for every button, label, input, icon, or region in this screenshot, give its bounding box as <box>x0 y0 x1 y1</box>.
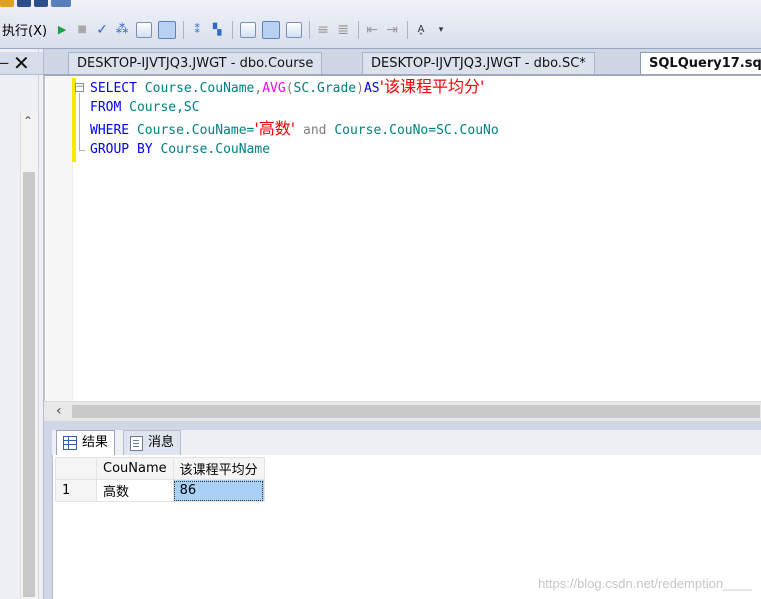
code-string: '该课程平均分' <box>379 77 485 96</box>
results-grid: CouName 该课程平均分 1 高数 86 <box>55 457 265 502</box>
parse-icon[interactable]: ⁂ <box>113 21 131 39</box>
decrease-indent-icon[interactable]: ⇤ <box>363 21 381 39</box>
uncomment-icon[interactable]: ≣ <box>334 21 352 39</box>
code-identifier: Course.CouName <box>144 81 255 96</box>
watermark: https://blog.csdn.net/redemption____ <box>538 576 752 591</box>
stop-icon[interactable]: ■ <box>73 21 91 39</box>
code-identifier: Course.CouNo=SC.CouNo <box>334 123 499 138</box>
code-keyword: WHERE <box>90 123 130 138</box>
save-all-icon[interactable] <box>34 0 48 7</box>
execute-button[interactable]: 执行(X) <box>2 20 47 39</box>
toolbar: 执行(X) ▶ ■ ✓ ⁂ ⁑ ▚ ≡ ≣ ⇤ ⇥ A͈ ▾ <box>0 0 761 49</box>
code-operator: and <box>303 123 327 138</box>
specify-values-icon[interactable]: A͈ <box>412 21 430 39</box>
code-string: '高数' <box>254 119 296 138</box>
code-line-3[interactable]: WHERE Course.CouName='高数' and Course.Cou… <box>90 119 499 139</box>
code-keyword: FROM <box>90 100 122 115</box>
tab-results-label: 结果 <box>82 435 109 450</box>
collapse-icon[interactable]: − <box>75 83 84 92</box>
tab-sqlquery17[interactable]: SQLQuery17.sq <box>640 52 761 74</box>
results-pane: CouName 该课程平均分 1 高数 86 https://blog.csdn… <box>52 455 761 599</box>
pin-icon[interactable]: ‒ <box>0 53 9 72</box>
code-function: AVG <box>262 81 286 96</box>
editor-hscrollbar[interactable]: ‹ <box>44 401 761 422</box>
toolbar-separator <box>309 20 311 39</box>
tab-messages[interactable]: 消息 <box>123 430 182 456</box>
query-options-icon[interactable]: ⁑ <box>188 21 206 39</box>
grid-cell-selected[interactable]: 86 <box>172 479 265 502</box>
tab-sc[interactable]: DESKTOP-IJVTJQ3.JWGT - dbo.SC* <box>362 52 595 74</box>
row-number[interactable]: 1 <box>55 479 97 502</box>
display-plan-icon[interactable] <box>136 21 153 38</box>
code-identifier: Course.CouName <box>160 142 271 157</box>
column-header[interactable]: 该课程平均分 <box>172 457 265 480</box>
increase-indent-icon[interactable]: ⇥ <box>383 21 401 39</box>
check-icon[interactable]: ✓ <box>93 21 111 39</box>
save-icon[interactable] <box>17 0 31 7</box>
toolbar-main-row: 执行(X) ▶ ■ ✓ ⁂ ⁑ ▚ ≡ ≣ ⇤ ⇥ A͈ ▾ <box>2 20 452 39</box>
toolbar-overflow-icon[interactable]: ▾ <box>432 21 450 39</box>
result-tabs: 结果 消息 <box>52 430 761 456</box>
code-keyword: SELECT <box>90 81 137 96</box>
tab-course[interactable]: DESKTOP-IJVTJQ3.JWGT - dbo.Course <box>68 52 323 74</box>
message-icon <box>130 435 143 451</box>
play-icon[interactable]: ▶ <box>53 21 71 39</box>
open-icon[interactable] <box>0 0 14 7</box>
row-header-corner[interactable] <box>55 457 97 480</box>
scrollbar-thumb[interactable] <box>23 172 35 597</box>
panel-scrollbar[interactable]: ⌃ <box>20 112 38 599</box>
close-icon[interactable]: ✕ <box>13 51 30 75</box>
fold-guide <box>79 93 80 151</box>
code-identifier: SC.Grade <box>293 81 357 96</box>
grid-header-row: CouName 该课程平均分 <box>55 457 265 480</box>
panel-header: ‒ ✕ <box>0 51 43 75</box>
scroll-up-icon[interactable]: ⌃ <box>23 114 33 128</box>
query-editor[interactable]: − SELECT Course.CouName,AVG(SC.Grade)AS'… <box>44 76 761 401</box>
code-line-4[interactable]: GROUP BY Course.CouName <box>90 140 270 160</box>
intellisense-icon[interactable]: ▚ <box>208 21 226 39</box>
results-to-grid-icon[interactable] <box>158 20 177 39</box>
tab-results[interactable]: 结果 <box>56 430 116 456</box>
hscrollbar-thumb[interactable] <box>72 405 760 418</box>
include-plan-icon[interactable] <box>240 21 257 38</box>
code-identifier: Course,SC <box>129 100 200 115</box>
toolbar-separator <box>407 20 409 39</box>
toolbar-top-row <box>0 0 71 9</box>
panel-divider <box>38 49 39 599</box>
new-window-icon[interactable] <box>51 0 71 7</box>
column-header[interactable]: CouName <box>96 457 174 480</box>
toolbar-separator <box>358 20 360 39</box>
toolbar-separator <box>183 20 185 39</box>
code-line-1[interactable]: SELECT Course.CouName,AVG(SC.Grade)AS'该课… <box>90 77 484 97</box>
results-to-file-icon[interactable] <box>286 21 303 38</box>
grid-cell[interactable]: 高数 <box>96 479 174 502</box>
code-paren: ( <box>285 81 294 96</box>
grid-icon <box>63 436 77 450</box>
pane-splitter[interactable] <box>44 421 761 430</box>
table-row: 1 高数 86 <box>55 479 265 502</box>
comment-icon[interactable]: ≡ <box>314 21 332 39</box>
code-line-2[interactable]: FROM Course,SC <box>90 98 200 118</box>
code-keyword: GROUP BY <box>90 142 153 157</box>
toolbar-separator <box>232 20 234 39</box>
code-keyword: AS <box>363 81 380 96</box>
code-identifier: Course.CouName= <box>136 123 255 138</box>
tab-messages-label: 消息 <box>148 435 175 450</box>
editor-gutter <box>45 76 73 401</box>
scroll-left-icon[interactable]: ‹ <box>56 403 62 419</box>
editor-tabs: DESKTOP-IJVTJQ3.JWGT - dbo.Course DESKTO… <box>44 49 761 76</box>
code-paren: ) <box>356 81 364 96</box>
client-stats-icon[interactable] <box>262 20 281 39</box>
fold-guide-end <box>79 150 85 151</box>
